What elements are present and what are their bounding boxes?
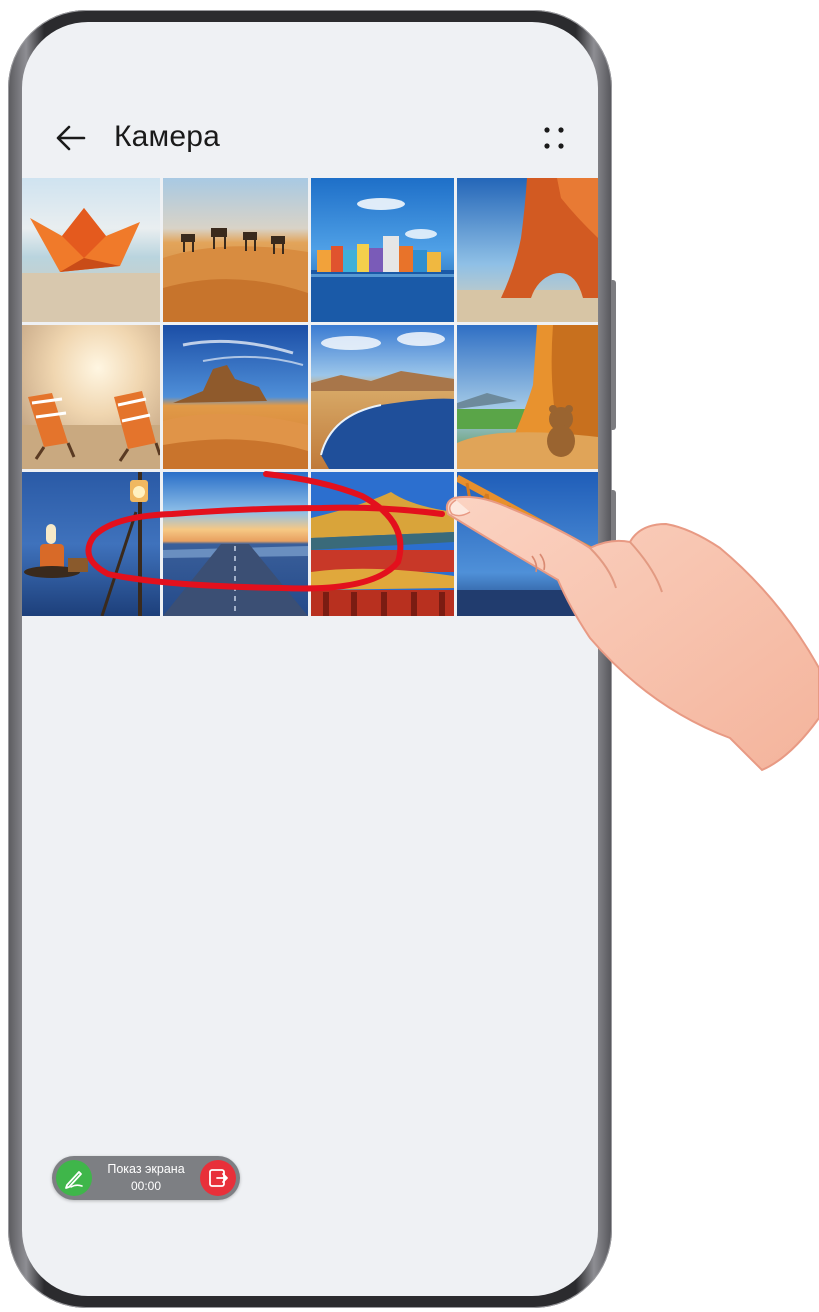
- photo-thumbnail-pavilion[interactable]: [311, 472, 454, 616]
- more-button[interactable]: [536, 120, 572, 156]
- photo-thumbnail-desert-lake[interactable]: [311, 325, 454, 469]
- phone-frame: Камера Показ экрана 00:00: [8, 10, 616, 1308]
- camel-caravan-image: [163, 178, 308, 322]
- photo-thumbnail-rock-arch[interactable]: [457, 178, 598, 322]
- desert-rock-image: [163, 325, 308, 469]
- steel-bridge-image: [457, 472, 598, 616]
- rock-arch-image: [457, 178, 598, 322]
- power-button: [611, 490, 616, 560]
- exit-share-icon: [209, 1169, 228, 1187]
- photo-thumbnail-colorful-houses[interactable]: [311, 178, 454, 322]
- annotate-button[interactable]: [56, 1160, 92, 1196]
- colorful-houses-image: [311, 178, 454, 322]
- photo-thumbnail-steel-bridge[interactable]: [457, 472, 598, 616]
- screen-share-label: Показ экрана: [107, 1162, 185, 1176]
- teddy-tent-image: [457, 325, 598, 469]
- page-title: Камера: [114, 120, 221, 153]
- pen-icon: [65, 1171, 83, 1189]
- stage: Камера Показ экрана 00:00: [0, 0, 819, 1312]
- stop-share-button[interactable]: [200, 1160, 236, 1196]
- more-dots-icon: [544, 127, 564, 149]
- beach-chairs-image: [22, 325, 160, 469]
- phone-screen: Камера Показ экрана 00:00: [22, 22, 598, 1296]
- photo-thumbnail-beach-chairs[interactable]: [22, 325, 160, 469]
- photo-thumbnail-teddy-tent[interactable]: [457, 325, 598, 469]
- photo-thumbnail-paper-boat[interactable]: [22, 178, 160, 322]
- screen-share-timer: 00:00: [130, 1179, 162, 1193]
- photo-grid: [22, 178, 598, 616]
- photo-thumbnail-lantern-sea[interactable]: [22, 472, 160, 616]
- arrow-left-icon: [56, 125, 86, 151]
- back-button[interactable]: [52, 118, 92, 158]
- screen-share-pill[interactable]: Показ экрана 00:00: [52, 1156, 240, 1200]
- pavilion-image: [311, 472, 454, 616]
- volume-button: [611, 280, 616, 430]
- photo-thumbnail-sunset-road[interactable]: [163, 472, 308, 616]
- sunset-road-image: [163, 472, 308, 616]
- lantern-sea-image: [22, 472, 160, 616]
- app-header: Камера: [22, 108, 598, 168]
- photo-thumbnail-camel-caravan[interactable]: [163, 178, 308, 322]
- paper-boat-image: [22, 178, 160, 322]
- desert-lake-image: [311, 325, 454, 469]
- photo-thumbnail-desert-rock[interactable]: [163, 325, 308, 469]
